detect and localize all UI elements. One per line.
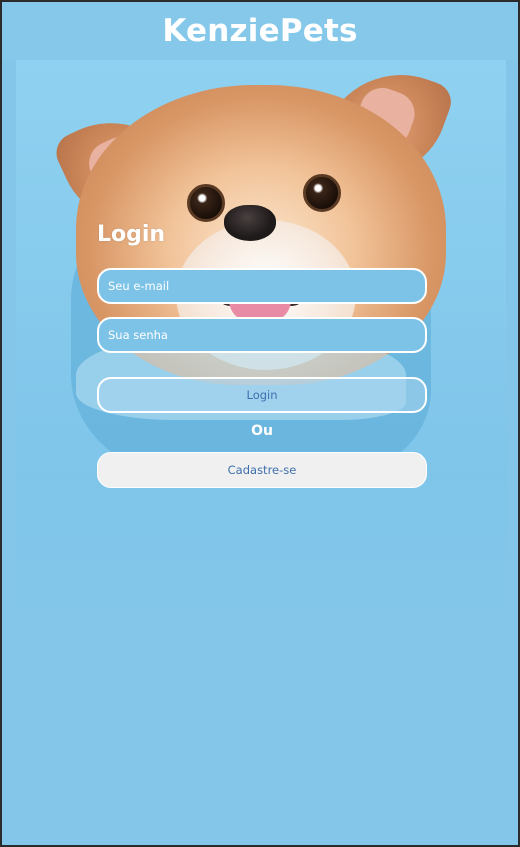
password-placeholder: Sua senha [108, 328, 168, 342]
login-button[interactable]: Login [97, 377, 427, 413]
app-frame: KenziePets Login Seu e-mail Sua senha Lo… [2, 2, 518, 845]
dog-eye-left [187, 184, 225, 222]
hero-dog-image [16, 60, 506, 654]
header: KenziePets [2, 2, 518, 60]
password-field[interactable]: Sua senha [97, 317, 427, 353]
login-title: Login [97, 222, 166, 247]
signup-button[interactable]: Cadastre-se [97, 452, 427, 488]
brand-logo-text: KenziePets [162, 13, 358, 49]
email-field[interactable]: Seu e-mail [97, 268, 427, 304]
dog-eye-right [303, 174, 341, 212]
or-separator: Ou [251, 423, 273, 439]
login-form: Login Seu e-mail Sua senha Login Ou Cada… [97, 220, 427, 488]
email-placeholder: Seu e-mail [108, 279, 170, 293]
